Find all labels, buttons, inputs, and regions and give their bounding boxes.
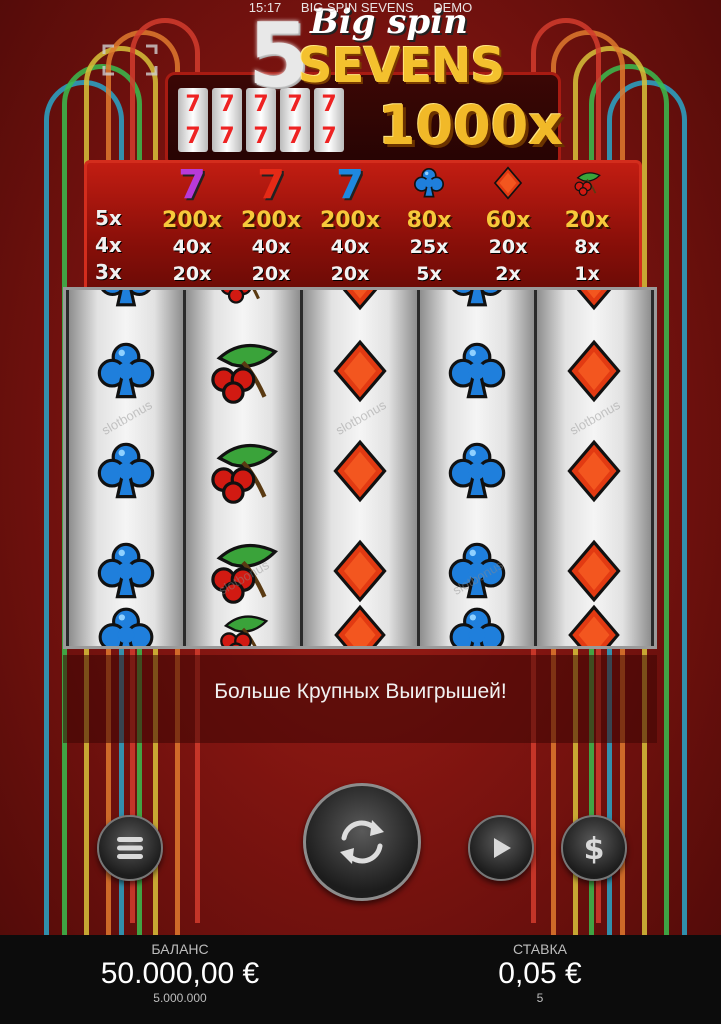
game-logo: 5 Big spin SEVENS 1000x bbox=[170, 2, 570, 157]
payout-4x: 40x bbox=[251, 236, 291, 258]
diamond-icon bbox=[303, 326, 417, 416]
autoplay-button[interactable] bbox=[468, 815, 534, 881]
status-bar: 15:17 BIG SPIN SEVENS DEMO bbox=[0, 0, 721, 16]
balance-panel: БАЛАНС 50.000,00 € 5.000.000 bbox=[60, 941, 300, 1005]
game-title: BIG SPIN SEVENS bbox=[300, 0, 414, 15]
spin-icon bbox=[340, 820, 384, 864]
bet-value: 0,05 € bbox=[498, 957, 582, 990]
reel-area: slotbonus slotbonus slotbonus slotbonus … bbox=[63, 287, 657, 649]
payout-3x: 20x bbox=[172, 263, 212, 285]
club-icon bbox=[420, 426, 534, 516]
payout-3x: 2x bbox=[495, 263, 521, 285]
cherry-icon bbox=[186, 426, 300, 516]
payout-4x: 40x bbox=[172, 236, 212, 258]
purple-seven-icon: 7 bbox=[178, 162, 206, 208]
mode-label: DEMO bbox=[433, 0, 473, 15]
spin-button[interactable] bbox=[303, 783, 421, 901]
reel-2: slotbonus bbox=[186, 290, 300, 646]
paytable-column-purple-seven: 7 200x 40x 20x bbox=[153, 163, 231, 288]
svg-text:$: $ bbox=[584, 832, 605, 865]
diamond-icon bbox=[537, 426, 651, 516]
payout-4x: 8x bbox=[574, 236, 600, 258]
row-label-3x: 3x bbox=[95, 260, 122, 284]
paytable-row-labels: 5x 4x 3x bbox=[95, 205, 122, 286]
paytable-symbol bbox=[469, 163, 547, 207]
menu-icon bbox=[117, 837, 143, 859]
cherry-icon bbox=[186, 290, 300, 325]
bet-panel: СТАВКА 0,05 € 5 bbox=[440, 941, 640, 1005]
bottom-bar: БАЛАНС 50.000,00 € 5.000.000 СТАВКА 0,05… bbox=[0, 935, 721, 1024]
dollar-icon: $ bbox=[584, 832, 605, 865]
balance-label: БАЛАНС bbox=[151, 941, 209, 957]
blue-seven-icon: 7 bbox=[336, 162, 364, 208]
balance-value: 50.000,00 € bbox=[100, 957, 260, 990]
row-label-5x: 5x bbox=[95, 206, 122, 230]
paytable-symbol bbox=[390, 163, 468, 207]
payout-5x: 60x bbox=[485, 208, 531, 233]
row-label-4x: 4x bbox=[95, 233, 122, 257]
cherry-icon bbox=[570, 166, 604, 205]
bet-button[interactable]: $ bbox=[561, 815, 627, 881]
red-seven-icon: 7 bbox=[257, 162, 285, 208]
payout-4x: 40x bbox=[330, 236, 370, 258]
club-icon bbox=[412, 166, 446, 205]
diamond-icon bbox=[303, 526, 417, 616]
paytable-symbol: 7 bbox=[311, 163, 389, 207]
payout-4x: 20x bbox=[488, 236, 528, 258]
paytable-column-cherry: 20x 8x 1x bbox=[548, 163, 626, 288]
bet-credits: 5 bbox=[536, 991, 544, 1005]
club-icon bbox=[420, 326, 534, 416]
payout-3x: 20x bbox=[251, 263, 291, 285]
diamond-icon bbox=[491, 165, 525, 205]
payout-3x: 1x bbox=[574, 263, 600, 285]
paytable-column-red-seven: 7 200x 40x 20x bbox=[232, 163, 310, 288]
club-icon bbox=[420, 290, 534, 325]
diamond-icon bbox=[537, 326, 651, 416]
paytable: 5x 4x 3x 7 200x 40x 20x 7 200x 40x 20x 7 2… bbox=[84, 160, 642, 296]
diamond-icon bbox=[303, 290, 417, 325]
club-icon bbox=[69, 326, 183, 416]
club-icon bbox=[69, 526, 183, 616]
paytable-symbol: 7 bbox=[153, 163, 231, 207]
paytable-column-diamond: 60x 20x 2x bbox=[469, 163, 547, 288]
reel-3: slotbonus bbox=[303, 290, 417, 646]
payout-5x: 200x bbox=[161, 208, 223, 233]
tagline: Больше Крупных Выигрышей! bbox=[214, 680, 507, 703]
payout-5x: 20x bbox=[564, 208, 610, 233]
paytable-column-club: 80x 25x 5x bbox=[390, 163, 468, 288]
logo-sevens: SEVENS bbox=[298, 38, 505, 94]
paytable-symbol bbox=[548, 163, 626, 207]
reel-1: slotbonus bbox=[69, 290, 183, 646]
payout-5x: 200x bbox=[319, 208, 381, 233]
paytable-column-blue-seven: 7 200x 40x 20x bbox=[311, 163, 389, 288]
cherry-icon bbox=[186, 326, 300, 416]
bet-label: СТАВКА bbox=[513, 941, 567, 957]
diamond-icon bbox=[303, 426, 417, 516]
payout-4x: 25x bbox=[409, 236, 449, 258]
payout-5x: 80x bbox=[406, 208, 452, 233]
payout-3x: 5x bbox=[416, 263, 442, 285]
payout-3x: 20x bbox=[330, 263, 370, 285]
balance-credits: 5.000.000 bbox=[153, 991, 207, 1005]
diamond-icon bbox=[537, 526, 651, 616]
diamond-icon bbox=[537, 290, 651, 325]
club-icon bbox=[69, 426, 183, 516]
play-icon bbox=[494, 838, 511, 858]
payout-5x: 200x bbox=[240, 208, 302, 233]
fullscreen-icon[interactable] bbox=[100, 42, 160, 78]
menu-button[interactable] bbox=[97, 815, 163, 881]
reel-5: slotbonus bbox=[537, 290, 651, 646]
reel-4: slotbonus bbox=[420, 290, 534, 646]
logo-max-multiplier: 1000x bbox=[378, 94, 564, 157]
paytable-symbol: 7 bbox=[232, 163, 310, 207]
club-icon bbox=[69, 290, 183, 325]
clock: 15:17 bbox=[248, 0, 282, 15]
